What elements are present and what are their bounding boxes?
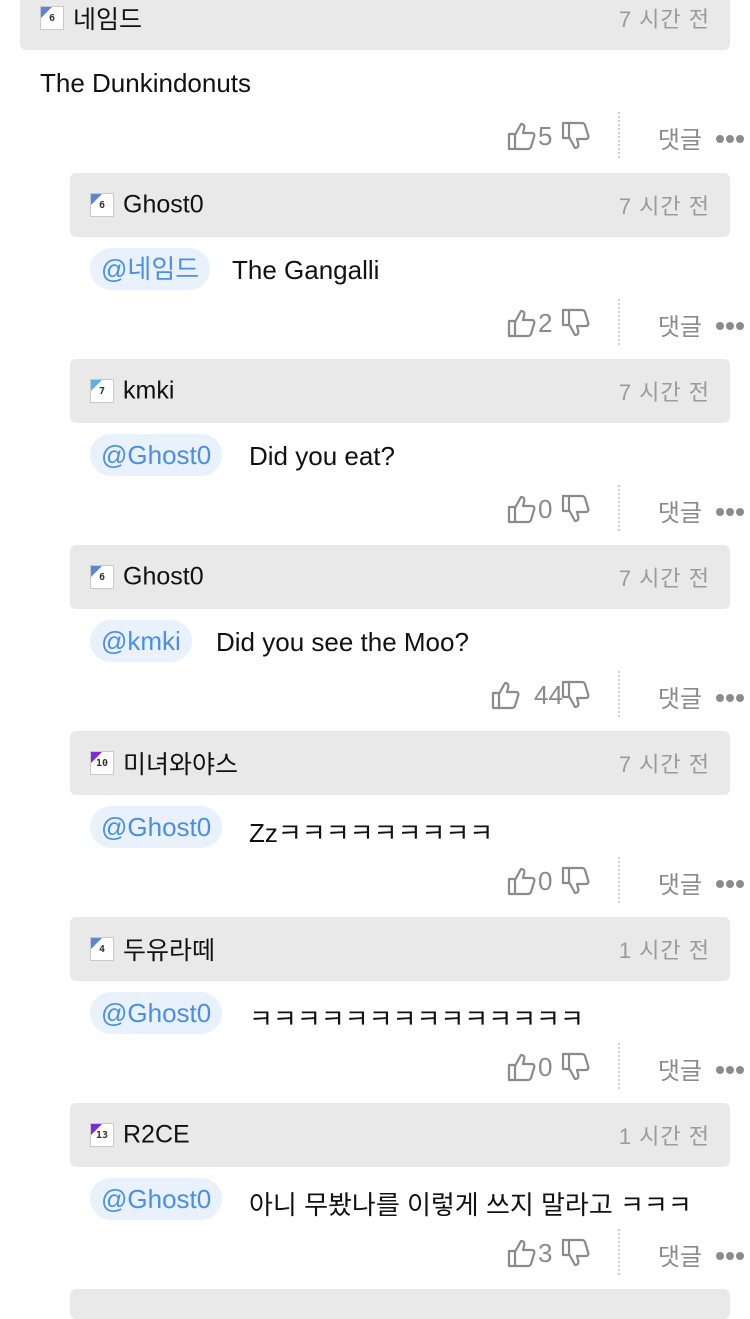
level-badge-icon: 6 [40, 6, 64, 30]
comment-time: 7 시간 전 [618, 566, 710, 591]
like-count: 0 [538, 1052, 553, 1082]
comment-username[interactable]: R2CE [123, 1121, 190, 1150]
divider [618, 857, 620, 903]
comment-username[interactable]: 두유라떼 [123, 931, 215, 967]
like-count: 44 [534, 680, 563, 710]
comment-text: Did you eat? [249, 441, 395, 471]
comment-username[interactable]: Ghost0 [123, 563, 204, 592]
comment-text: Zzㅋㅋㅋㅋㅋㅋㅋㅋㅋ [249, 818, 494, 848]
more-options-icon[interactable] [716, 1247, 748, 1260]
thumbs-up-icon[interactable] [506, 1237, 538, 1269]
comment-time: 1 시간 전 [618, 938, 710, 963]
comment-actions: 3 댓글 [450, 1229, 750, 1275]
thumbs-down-icon[interactable] [560, 1237, 592, 1269]
thumbs-up-icon[interactable] [506, 307, 538, 339]
thumbs-down-icon[interactable] [560, 307, 592, 339]
divider [618, 112, 620, 158]
level-number: 6 [98, 572, 106, 583]
mention-tag[interactable]: @Ghost0 [90, 992, 223, 1034]
more-options-icon[interactable] [716, 503, 748, 516]
level-number: 6 [48, 13, 56, 24]
thumbs-down-icon[interactable] [560, 865, 592, 897]
mention-tag[interactable]: @kmki [90, 620, 192, 662]
reply-button[interactable]: 댓글 [658, 1051, 702, 1086]
divider [618, 671, 620, 717]
like-count: 5 [538, 121, 553, 151]
comment-username[interactable]: 미녀와야스 [123, 745, 238, 781]
comment-header: 6 네임드 7 시간 전 [20, 0, 730, 50]
divider [618, 1229, 620, 1275]
comment-header: 4 두유라떼 1 시간 전 [70, 917, 730, 981]
comment-header: 7 kmki 7 시간 전 [70, 359, 730, 423]
mention-tag[interactable]: @Ghost0 [90, 806, 223, 848]
level-badge-icon: 13 [90, 1123, 114, 1147]
level-badge-icon: 10 [90, 751, 114, 775]
comment-header: 6 Ghost0 7 시간 전 [70, 545, 730, 609]
comment-header: 10 미녀와야스 7 시간 전 [70, 731, 730, 795]
comment-header: 13 R2CE 1 시간 전 [70, 1103, 730, 1167]
thumbs-up-icon[interactable] [506, 120, 538, 152]
reply-button[interactable]: 댓글 [658, 307, 702, 342]
comment-time: 7 시간 전 [618, 380, 710, 405]
thumbs-up-icon[interactable] [506, 865, 538, 897]
comment-time: 7 시간 전 [618, 194, 710, 219]
divider [618, 1043, 620, 1089]
comment-actions: 5 댓글 [450, 112, 750, 158]
comment-username[interactable]: Ghost0 [123, 191, 204, 220]
level-badge-icon: 7 [90, 379, 114, 403]
thumbs-down-icon[interactable] [560, 493, 592, 525]
thumbs-down-icon[interactable] [560, 679, 592, 711]
comment-header: 6 Ghost0 7 시간 전 [70, 173, 730, 237]
more-options-icon[interactable] [716, 689, 748, 702]
divider [618, 485, 620, 531]
reply-button[interactable]: 댓글 [658, 679, 702, 714]
comment-text: The Dunkindonuts [40, 68, 252, 98]
comment-actions: 0 댓글 [450, 857, 750, 903]
more-options-icon[interactable] [716, 875, 748, 888]
thumbs-down-icon[interactable] [560, 120, 592, 152]
comment-time: 7 시간 전 [618, 752, 710, 777]
reply-button[interactable]: 댓글 [658, 120, 702, 155]
reply-button[interactable]: 댓글 [658, 865, 702, 900]
divider [618, 299, 620, 345]
mention-tag[interactable]: @Ghost0 [90, 434, 223, 476]
reply-button[interactable]: 댓글 [658, 1237, 702, 1272]
comment-text: 아니 무봤나를 이렇게 쓰지 말라고 ㅋㅋㅋ [249, 1190, 692, 1220]
comment-time: 7 시간 전 [618, 7, 710, 32]
like-count: 0 [538, 494, 553, 524]
thumbs-up-icon[interactable] [506, 1051, 538, 1083]
thumbs-up-icon[interactable] [490, 679, 522, 711]
thumbs-down-icon[interactable] [560, 1051, 592, 1083]
mention-tag[interactable]: @네임드 [90, 248, 211, 290]
comment-username[interactable]: kmki [123, 377, 174, 406]
comment-actions: 2 댓글 [450, 299, 750, 345]
comment-text: ㅋㅋㅋㅋㅋㅋㅋㅋㅋㅋㅋㅋㅋㅋ [249, 1004, 584, 1034]
comment-text: The Gangalli [232, 255, 380, 285]
more-options-icon[interactable] [716, 130, 748, 143]
like-count: 0 [538, 866, 553, 896]
comment-actions: 0 댓글 [450, 1043, 750, 1089]
comment-time: 1 시간 전 [618, 1124, 710, 1149]
level-number: 4 [98, 944, 106, 955]
level-badge-icon: 6 [90, 565, 114, 589]
more-options-icon[interactable] [716, 317, 748, 330]
comment-text: Did you see the Moo? [216, 627, 469, 657]
reply-button[interactable]: 댓글 [658, 493, 702, 528]
comment-actions: 0 댓글 [450, 485, 750, 531]
like-count: 2 [538, 308, 553, 338]
level-badge-icon: 6 [90, 193, 114, 217]
level-number: 7 [98, 386, 106, 397]
like-count: 3 [538, 1238, 553, 1268]
thumbs-up-icon[interactable] [506, 493, 538, 525]
comment-actions: 44 댓글 [450, 671, 750, 717]
more-options-icon[interactable] [716, 1061, 748, 1074]
mention-tag[interactable]: @Ghost0 [90, 1178, 223, 1220]
level-badge-icon: 4 [90, 937, 114, 961]
comment-username[interactable]: 네임드 [73, 0, 142, 36]
level-number: 6 [98, 200, 106, 211]
level-number: 10 [95, 758, 109, 769]
level-number: 13 [95, 1130, 109, 1141]
